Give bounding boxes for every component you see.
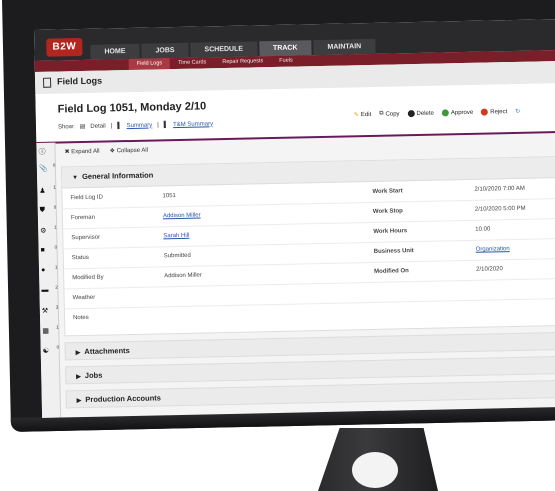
tools-icon: ⚒ [41, 307, 49, 315]
delete-icon [407, 110, 415, 118]
trailer-icon: ▬ [41, 286, 49, 294]
copy-button[interactable]: ⧉ Copy [379, 110, 399, 117]
book-icon [43, 77, 52, 88]
chevron-right-icon: ▶ [76, 398, 82, 405]
show-label: Show: [57, 123, 75, 131]
refresh-button[interactable]: ↻ [515, 108, 520, 115]
crew-icon: ☯ [42, 347, 50, 355]
worker-icon: ♟ [39, 187, 46, 195]
record-title: Field Log 1051, Monday 2/10 [57, 100, 207, 116]
rail-crew[interactable]: ☯ 0 [42, 345, 60, 359]
supervisor-link[interactable]: Sarah Hill [163, 233, 189, 240]
monitor-stand-hole [352, 452, 398, 488]
copy-icon: ⧉ [379, 110, 384, 117]
detail-icon: ▤ [79, 123, 86, 131]
reject-button[interactable]: Reject [481, 108, 507, 116]
expand-all-button[interactable]: ✖ Expand All [64, 148, 100, 156]
rail-machines[interactable]: ■ 0 [40, 245, 58, 259]
refresh-icon: ↻ [515, 108, 521, 115]
jobs-section[interactable]: ▶ Jobs [65, 355, 555, 385]
info-icon: ⓘ [38, 148, 46, 156]
show-summary-link[interactable]: Summary [126, 122, 152, 129]
show-tm-summary-link[interactable]: T&M Summary [173, 121, 213, 128]
approve-icon [441, 109, 449, 117]
business-unit-link[interactable]: Organization [476, 246, 510, 253]
collapse-all-button[interactable]: ❖ Collapse All [110, 147, 149, 155]
reject-icon [481, 108, 489, 116]
material-icon: ▦ [42, 327, 50, 335]
summary-icon: ▌ [117, 122, 122, 129]
monitor-screen: B2W HOME JOBS SCHEDULE TRACK MAINTAIN Fi… [34, 18, 555, 418]
rail-trailers[interactable]: ▬ 2 [41, 285, 58, 299]
rail-workers[interactable]: ♟ 1 [39, 185, 56, 199]
delete-button[interactable]: Delete [407, 110, 434, 118]
chevron-right-icon: ▶ [75, 350, 81, 357]
b2w-logo[interactable]: B2W [46, 37, 83, 57]
show-detail-link[interactable]: Detail [90, 123, 105, 129]
status-value: Submitted [163, 252, 191, 260]
show-options: Show: ▤ Detail | ▌ Summary | ▌ T&M Summa… [57, 120, 214, 131]
foreman-link[interactable]: Addison Miller [163, 213, 201, 220]
attachments-section[interactable]: ▶ Attachments [64, 331, 555, 361]
approve-button[interactable]: Approve [441, 109, 473, 117]
tab-schedule[interactable]: SCHEDULE [190, 41, 258, 58]
subtab-field-logs[interactable]: Field Logs [128, 58, 171, 71]
edit-button[interactable]: ✎ Edit [354, 111, 372, 118]
rail-people[interactable]: ● 1 [40, 265, 58, 279]
paperclip-icon: 📎 [38, 165, 48, 173]
tab-maintain[interactable]: MAINTAIN [313, 38, 376, 56]
rail-attachments[interactable]: 📎 0 [38, 163, 56, 177]
tab-jobs[interactable]: JOBS [141, 42, 189, 59]
tm-summary-icon: ▌ [163, 121, 169, 128]
action-toolbar: ✎ Edit ⧉ Copy Delete Approve Reject ↻ [354, 108, 520, 118]
machine-icon: ■ [40, 246, 45, 254]
rail-trucks[interactable]: ⛊ 0 [39, 205, 57, 219]
chevron-right-icon: ▶ [76, 374, 81, 381]
rail-tools[interactable]: ⚒ 3 [41, 305, 59, 319]
rail-equipment[interactable]: ⚙ 1 [40, 225, 57, 239]
expand-controls: ✖ Expand All ❖ Collapse All [64, 147, 149, 156]
tab-track[interactable]: TRACK [258, 40, 312, 57]
rail-materials[interactable]: ▦ 1 [42, 325, 59, 339]
chevron-down-icon: ▼ [72, 175, 79, 182]
pencil-icon: ✎ [353, 112, 359, 119]
general-information-panel: ▼ General Information Field Log ID 1051 W… [60, 155, 555, 337]
rail-info[interactable]: ⓘ [38, 147, 52, 159]
person-icon: ● [40, 266, 46, 274]
truck-icon: ⛊ [39, 206, 46, 214]
page-title: Field Logs [56, 75, 103, 87]
main-content: ✖ Expand All ❖ Collapse All ▼ General Inf… [60, 132, 555, 418]
production-accounts-section[interactable]: ▶ Production Accounts [65, 379, 555, 409]
subtab-fuels[interactable]: Fuels [271, 55, 301, 67]
tab-home[interactable]: HOME [90, 43, 140, 60]
equipment-icon: ⚙ [40, 227, 47, 235]
